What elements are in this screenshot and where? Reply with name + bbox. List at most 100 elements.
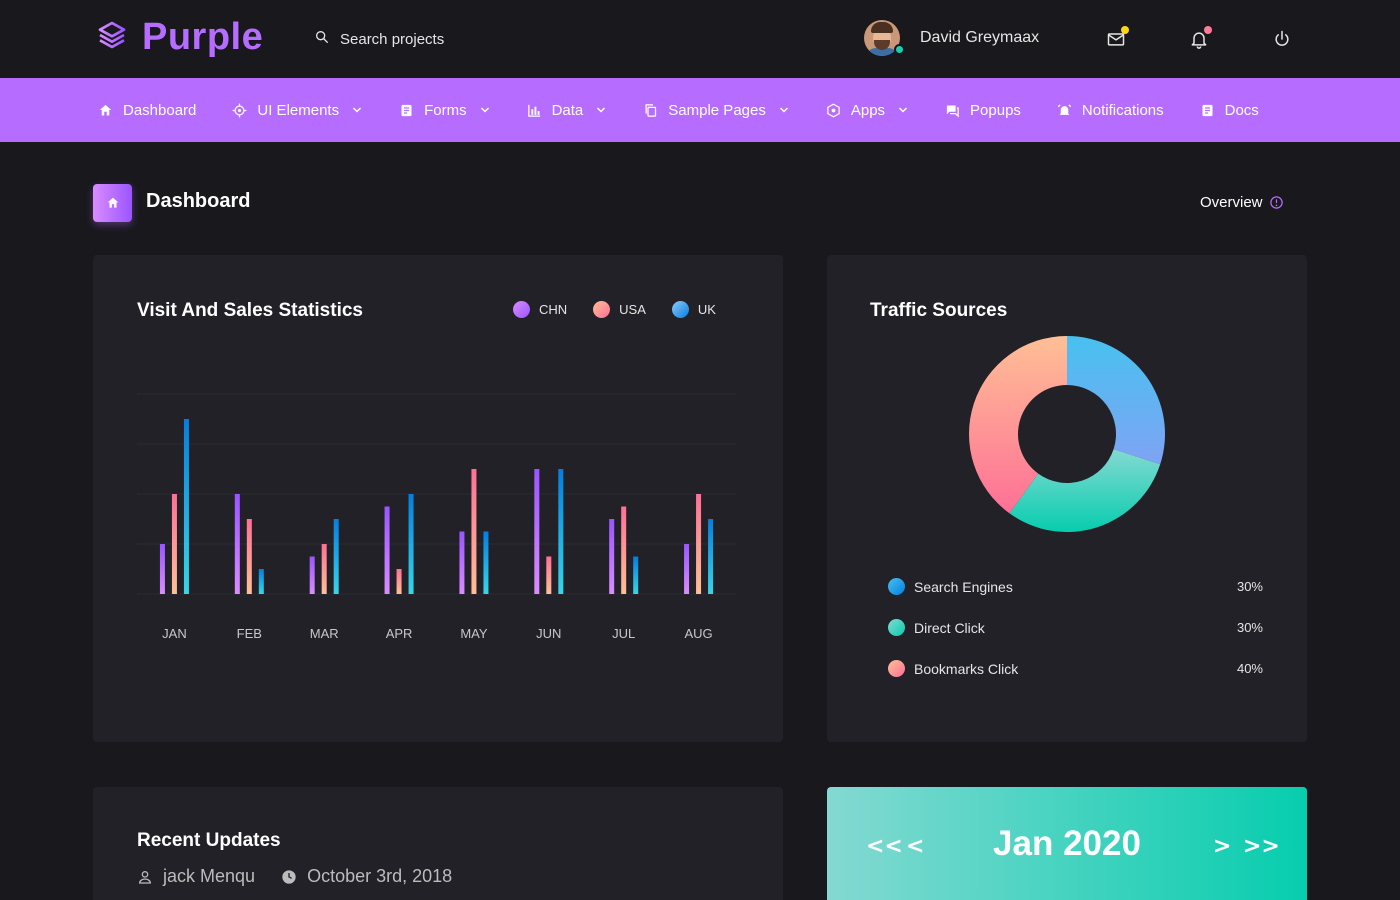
profile-name: David Greymaax xyxy=(920,29,1040,46)
nav-item-ui-elements[interactable]: UI Elements xyxy=(232,102,363,119)
bar-chn-jun[interactable] xyxy=(534,469,540,594)
legend-dot xyxy=(671,301,689,318)
nav-item-label: Notifications xyxy=(1081,101,1164,119)
layers-logo-icon xyxy=(96,19,128,56)
x-tick-label: FEB xyxy=(237,626,262,641)
bar-usa-mar[interactable] xyxy=(321,544,327,594)
traffic-percent: 30% xyxy=(1236,579,1263,594)
overview-link[interactable]: Overview xyxy=(1200,194,1284,211)
bar-uk-mar[interactable] xyxy=(333,519,339,594)
nav-item-apps[interactable]: Apps xyxy=(826,102,909,119)
bar-chn-jul[interactable] xyxy=(609,519,615,594)
legend-dot xyxy=(513,301,530,318)
nav-item-sample-pages[interactable]: Sample Pages xyxy=(643,102,790,119)
bar-uk-jun[interactable] xyxy=(558,469,564,594)
x-tick-label: AUG xyxy=(684,626,712,641)
page-title: Dashboard xyxy=(146,190,251,212)
legend-dot xyxy=(888,660,905,677)
power-icon[interactable] xyxy=(1271,28,1293,50)
nav-item-label: Data xyxy=(551,101,584,119)
legend-dot xyxy=(888,619,905,636)
legend-label: USA xyxy=(619,302,646,317)
update-date: October 3rd, 2018 xyxy=(307,866,453,886)
traffic-row-search-engines: Search Engines 30% xyxy=(888,578,1263,595)
bar-usa-jul[interactable] xyxy=(621,506,627,595)
bar-usa-aug[interactable] xyxy=(696,494,702,594)
traffic-donut-chart xyxy=(969,336,1165,532)
x-tick-label: JUN xyxy=(536,626,561,641)
bar-uk-aug[interactable] xyxy=(708,519,714,594)
alarm-icon xyxy=(1057,103,1072,115)
bell-icon[interactable] xyxy=(1188,26,1212,50)
chevron-down-icon xyxy=(480,107,489,113)
traffic-label: Bookmarks Click xyxy=(914,660,1019,677)
calendar-next-year-button[interactable]: >> xyxy=(1243,834,1280,859)
user-icon xyxy=(138,870,152,884)
bar-chn-may[interactable] xyxy=(459,531,465,595)
form-icon xyxy=(401,104,412,116)
crosshairs-icon xyxy=(233,103,247,117)
info-icon xyxy=(1269,196,1283,209)
calendar-month-title: Jan 2020 xyxy=(993,824,1141,863)
bar-uk-jan[interactable] xyxy=(183,419,189,594)
bar-uk-may[interactable] xyxy=(483,531,489,595)
nav-item-label: Dashboard xyxy=(123,101,197,119)
copy-icon xyxy=(645,103,657,117)
legend-dot xyxy=(888,578,905,595)
x-tick-label: JUL xyxy=(612,626,635,641)
x-tick-label: JAN xyxy=(162,626,187,641)
chevron-down-icon xyxy=(899,107,908,113)
nav-item-label: Popups xyxy=(970,101,1021,119)
nav-item-popups[interactable]: Popups xyxy=(945,102,1021,119)
search-icon xyxy=(314,29,330,50)
top-bar: Purple David Greymaax xyxy=(0,0,1400,78)
bar-chn-aug[interactable] xyxy=(684,544,690,594)
chart-legend: CHN USA UK xyxy=(513,301,716,318)
x-tick-label: APR xyxy=(386,626,413,641)
home-icon xyxy=(107,197,118,208)
bar-usa-jan[interactable] xyxy=(171,494,177,594)
online-status-badge xyxy=(894,44,905,55)
mail-icon[interactable] xyxy=(1105,26,1129,50)
home-icon xyxy=(99,104,112,115)
slice-direct-click[interactable] xyxy=(1009,449,1161,532)
bar-usa-apr[interactable] xyxy=(396,569,402,594)
bar-usa-may[interactable] xyxy=(471,469,477,594)
bar-chn-mar[interactable] xyxy=(309,556,315,595)
x-tick-label: MAR xyxy=(310,626,339,641)
legend-item-usa[interactable]: USA xyxy=(593,301,646,318)
nav-item-label: Apps xyxy=(850,101,886,119)
nav-item-notifications[interactable]: Notifications xyxy=(1057,102,1164,119)
legend-label: UK xyxy=(697,302,716,317)
legend-item-uk[interactable]: UK xyxy=(671,301,716,318)
slice-search-engines[interactable] xyxy=(1067,336,1165,465)
calendar-next-month-button[interactable]: > xyxy=(1213,834,1231,859)
bar-chn-feb[interactable] xyxy=(234,494,240,594)
chart-icon xyxy=(527,104,540,117)
traffic-label: Direct Click xyxy=(914,619,985,636)
page-home-badge xyxy=(93,184,132,222)
bar-uk-jul[interactable] xyxy=(633,556,639,595)
recent-updates-title: Recent Updates xyxy=(137,830,281,851)
bar-chn-jan[interactable] xyxy=(159,544,165,594)
bar-usa-feb[interactable] xyxy=(246,519,252,594)
traffic-percent: 40% xyxy=(1236,661,1263,676)
nav-item-dashboard[interactable]: Dashboard xyxy=(98,102,196,119)
user-profile[interactable]: David Greymaax xyxy=(864,20,1039,56)
brand[interactable]: Purple xyxy=(96,16,263,59)
legend-dot xyxy=(593,301,611,318)
legend-item-chn[interactable]: CHN xyxy=(513,301,567,318)
doc-icon xyxy=(1202,104,1213,116)
bar-uk-apr[interactable] xyxy=(408,494,414,594)
bar-chn-apr[interactable] xyxy=(384,506,390,595)
search-input[interactable] xyxy=(340,30,540,48)
nav-item-docs[interactable]: Docs xyxy=(1200,102,1259,119)
traffic-row-bookmarks-click: Bookmarks Click 40% xyxy=(888,660,1263,677)
nav-item-forms[interactable]: Forms xyxy=(399,102,491,119)
bell-badge xyxy=(1204,26,1212,34)
traffic-label: Search Engines xyxy=(914,578,1013,595)
bar-uk-feb[interactable] xyxy=(258,569,264,594)
nav-item-data[interactable]: Data xyxy=(527,102,608,119)
bar-usa-jun[interactable] xyxy=(546,556,552,595)
apps-icon xyxy=(827,103,840,117)
